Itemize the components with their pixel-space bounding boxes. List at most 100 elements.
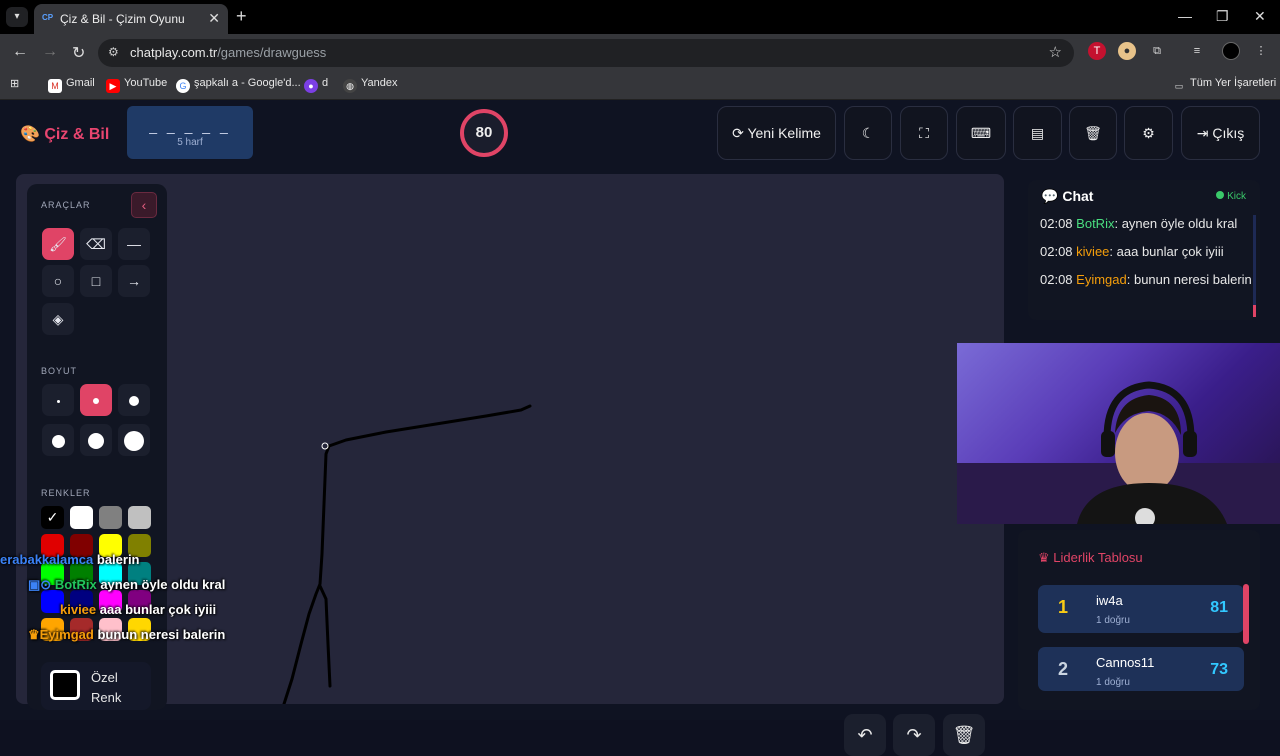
crown-icon: ♛ <box>28 627 40 642</box>
tab-close-icon[interactable]: ✕ <box>208 10 220 27</box>
chat-scrollbar[interactable] <box>1253 215 1256 317</box>
bookmark-star-icon[interactable]: ☆ <box>1049 43 1062 61</box>
leaderboard-row: 1 iw4a 1 doğru 81 <box>1038 585 1244 633</box>
player-score: 73 <box>1210 661 1228 678</box>
browser-tab[interactable]: CP Çiz & Bil - Çizim Oyunu ✕ <box>34 4 228 34</box>
brush-tool[interactable]: 🖌 <box>42 228 74 260</box>
menu-kebab-icon[interactable]: ⋮ <box>1252 42 1270 60</box>
color-swatch[interactable] <box>128 506 151 529</box>
arrow-right-icon: → <box>127 273 141 289</box>
size-option-1[interactable] <box>42 384 74 416</box>
close-window-button[interactable]: ✕ <box>1254 8 1266 25</box>
keyboard-button[interactable]: ⌨ <box>956 106 1006 160</box>
new-word-button[interactable]: ⟳ Yeni Kelime <box>717 106 836 160</box>
undo-button[interactable]: ↶ <box>844 714 886 756</box>
bookmark-gmail[interactable]: M Gmail <box>48 77 95 93</box>
size-option-4[interactable] <box>42 424 74 456</box>
tools-heading: ARAÇLAR <box>41 200 91 210</box>
fill-tool[interactable]: ◈ <box>42 303 74 335</box>
reload-button[interactable]: ↻ <box>72 43 85 63</box>
omnibox[interactable]: ⚙ chatplay.com.tr/games/drawguess ☆ <box>98 39 1074 67</box>
fullscreen-button[interactable]: ⛶ <box>900 106 948 160</box>
all-bookmarks[interactable]: ▭ Tüm Yer İşaretleri <box>1172 77 1276 93</box>
bookmark-youtube[interactable]: ▶ YouTube <box>106 77 167 93</box>
youtube-icon: ▶ <box>106 79 120 93</box>
eraser-tool[interactable]: ⌫ <box>80 228 112 260</box>
theme-toggle-button[interactable]: ☾ <box>844 106 892 160</box>
refresh-icon: ⟳ <box>732 125 744 141</box>
extensions-puzzle-icon[interactable]: ⧉ <box>1148 42 1166 60</box>
address-toolbar: ← → ↻ ⚙ chatplay.com.tr/games/drawguess … <box>0 34 1280 71</box>
player-name: iw4a <box>1096 593 1123 608</box>
overlay-text: balerin <box>96 552 140 567</box>
circle-icon: ○ <box>53 273 63 289</box>
size-option-5[interactable] <box>80 424 112 456</box>
chat-bubbles-icon: 💬 <box>1041 188 1059 204</box>
clear-canvas-button[interactable]: 🗑 <box>943 714 985 756</box>
game-app: 🎨 Çiz & Bil _ _ _ _ _ 5 harf 80 ⟳ Yeni K… <box>0 100 1280 756</box>
size-heading: BOYUT <box>41 366 78 376</box>
tab-search-button[interactable]: ▾ <box>6 7 28 27</box>
custom-color-button[interactable]: Özel Renk <box>41 662 151 710</box>
word-blanks: _ _ _ _ _ <box>149 118 231 134</box>
leaderboard-scrollbar[interactable] <box>1243 584 1249 644</box>
circle-tool[interactable]: ○ <box>42 265 74 297</box>
leaderboard-panel: ♛ Liderlik Tablosu 1 iw4a 1 doğru 81 2 C… <box>1018 530 1260 710</box>
overlay-user: erabakkalamca <box>0 552 94 567</box>
gmail-icon: M <box>48 79 62 93</box>
badge-icon: ▣⊙ <box>28 577 52 592</box>
media-control-icon[interactable]: ≡ <box>1188 42 1206 60</box>
color-swatch[interactable] <box>99 506 122 529</box>
size-option-6[interactable] <box>118 424 150 456</box>
new-tab-button[interactable]: + <box>236 6 247 27</box>
size-option-3[interactable] <box>118 384 150 416</box>
rectangle-tool[interactable]: □ <box>80 265 112 297</box>
bookmark-d[interactable]: ● d <box>304 77 328 93</box>
profile-avatar[interactable] <box>1222 42 1240 60</box>
round-timer: 80 <box>460 109 508 157</box>
crown-icon: ♛ <box>1038 550 1050 565</box>
line-tool[interactable]: — <box>118 228 150 260</box>
google-icon: G <box>176 79 190 93</box>
overlay-user: kiviee <box>60 602 97 617</box>
arrow-tool[interactable]: → <box>118 265 150 297</box>
color-swatch[interactable] <box>70 506 93 529</box>
overlay-chat-line: erabakkalamca balerin <box>0 552 140 567</box>
bookmark-yandex[interactable]: ◍ Yandex <box>343 77 398 93</box>
apps-grid-icon[interactable]: ⊞ <box>10 77 19 90</box>
paint-bucket-icon: ◈ <box>52 311 64 327</box>
redo-button[interactable]: ↷ <box>893 714 935 756</box>
overlay-chat-line: kiviee aaa bunlar çok iyiii <box>60 602 216 617</box>
overlay-chat-line: ▣⊙ BotRix aynen öyle oldu kral <box>28 577 225 593</box>
delete-button[interactable]: 🗑 <box>1069 106 1117 160</box>
correct-count: 1 doğru <box>1096 615 1130 626</box>
color-swatch[interactable]: ✓ <box>41 506 64 529</box>
globe-icon: ◍ <box>343 79 357 93</box>
logo-text: Çiz & Bil <box>44 126 110 143</box>
exit-button[interactable]: ⇥ Çıkış <box>1181 106 1260 160</box>
overlay-text: aaa bunlar çok iyiii <box>99 602 217 617</box>
extension-icon[interactable]: ● <box>1118 42 1136 60</box>
correct-count: 1 doğru <box>1096 677 1130 688</box>
trash-icon: 🗑 <box>1084 125 1102 141</box>
site-info-icon[interactable]: ⚙ <box>108 45 119 59</box>
back-button[interactable]: ← <box>12 43 28 61</box>
settings-button[interactable]: ⚙ <box>1124 106 1173 160</box>
maximize-button[interactable]: ❐ <box>1216 8 1229 25</box>
size-dot <box>51 434 65 448</box>
keyboard-icon: ⌨ <box>970 125 992 141</box>
bookmark-google[interactable]: Gşapkalı a - Google'd... <box>176 77 301 93</box>
app-logo: 🎨 Çiz & Bil <box>20 124 109 144</box>
square-icon: □ <box>91 273 101 289</box>
online-dot-icon <box>1216 191 1225 199</box>
collapse-panel-button[interactable]: ‹ <box>131 192 157 218</box>
palette-icon: 🎨 <box>20 126 40 143</box>
forward-button[interactable]: → <box>42 43 58 61</box>
scrollbar-thumb[interactable] <box>1253 305 1256 317</box>
extension-icon[interactable]: T <box>1088 42 1106 60</box>
exit-label: Çıkış <box>1212 125 1245 141</box>
archive-button[interactable]: ▤ <box>1013 106 1062 160</box>
size-option-2[interactable] <box>80 384 112 416</box>
folder-icon: ▭ <box>1174 81 1184 91</box>
minimize-button[interactable]: — <box>1178 8 1192 24</box>
